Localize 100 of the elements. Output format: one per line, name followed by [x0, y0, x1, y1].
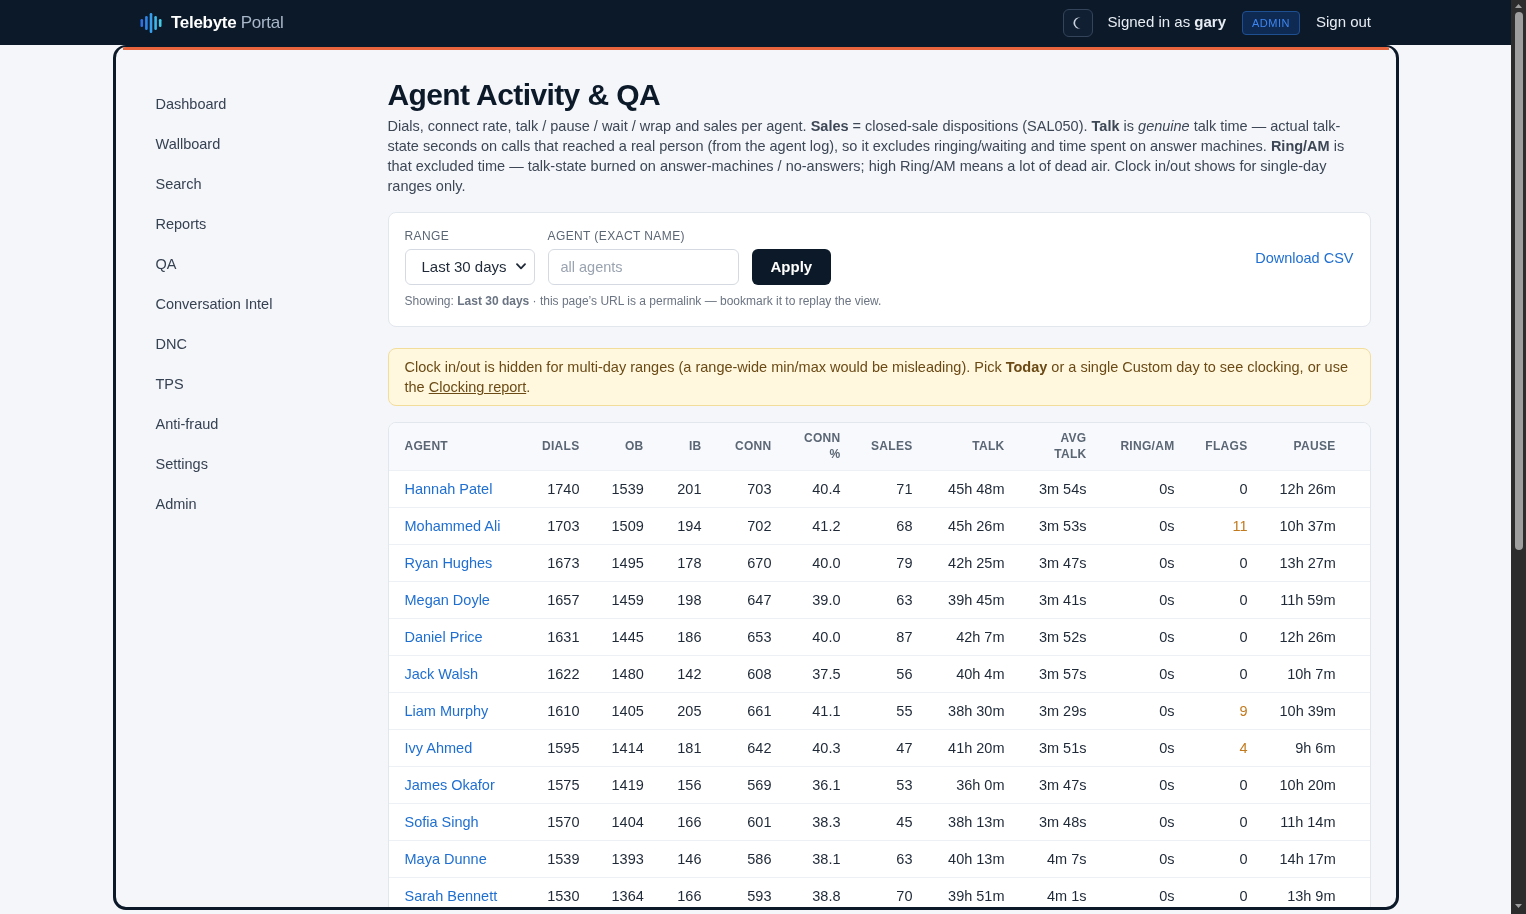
table-cell: 1703 — [523, 507, 596, 544]
table-cell: 1740 — [523, 470, 596, 507]
agent-name-link[interactable]: Ryan Hughes — [404, 554, 493, 571]
theme-toggle-button[interactable] — [1062, 8, 1093, 37]
sidebar-link[interactable]: Anti-fraud — [155, 404, 219, 444]
equalizer-bars-icon — [140, 12, 162, 33]
brand-logo-link[interactable]: Telebyte Portal — [140, 9, 284, 36]
table-cell: 0 — [1190, 470, 1264, 507]
table-cell: 39.0 — [787, 581, 857, 618]
table-cell: 12h 26m — [1263, 470, 1352, 507]
table-cell: 569 — [717, 766, 788, 803]
table-cell: 1414 — [595, 729, 660, 766]
download-csv-link[interactable]: Download CSV — [1255, 247, 1354, 270]
sign-out-link[interactable]: Sign out — [1315, 11, 1371, 34]
table-cell: 702 — [717, 507, 788, 544]
sidebar-link[interactable]: Dashboard — [155, 84, 227, 124]
table-cell: 45h 26m — [928, 507, 1021, 544]
table-cell: 11h 14m — [1263, 803, 1352, 840]
table-cell: 1480 — [595, 655, 660, 692]
sidebar-link[interactable]: Wallboard — [155, 124, 221, 164]
table-cell: 9h 6m — [1263, 729, 1352, 766]
table-cell: 11 — [1190, 507, 1264, 544]
agent-name-link[interactable]: Sarah Bennett — [404, 887, 498, 904]
table-cell: 53 — [856, 766, 929, 803]
agent-name-link[interactable]: Jack Walsh — [404, 665, 479, 682]
table-cell: 41h 20m — [928, 729, 1021, 766]
column-header: OB — [595, 423, 660, 470]
sidebar-link[interactable]: DNC — [155, 324, 187, 364]
agent-name-link[interactable]: James Okafor — [404, 776, 495, 793]
table-cell: 41.1 — [787, 692, 857, 729]
table-cell: 45h 48m — [928, 470, 1021, 507]
table-cell: 37.5 — [787, 655, 857, 692]
sidebar-link[interactable]: QA — [155, 244, 177, 284]
page-title: Agent Activity & QA — [387, 77, 662, 113]
table-cell: 1595 — [523, 729, 596, 766]
agent-name-link[interactable]: Sofia Singh — [404, 813, 479, 830]
table-cell: 601 — [717, 803, 788, 840]
table-cell: 0s — [1102, 692, 1191, 729]
table-cell: 55 — [856, 692, 929, 729]
table-cell: 178 — [659, 544, 718, 581]
table-cell: 68 — [856, 507, 929, 544]
scrollbar-thumb[interactable] — [1514, 12, 1523, 550]
sidebar-link[interactable]: Search — [155, 164, 202, 204]
column-header: CONN % — [787, 423, 857, 470]
table-cell: 703 — [717, 470, 788, 507]
table-cell: 1405 — [595, 692, 660, 729]
agent-name-link[interactable]: Daniel Price — [404, 628, 483, 645]
sidebar-link[interactable]: Admin — [155, 484, 197, 524]
sidebar-link[interactable]: TPS — [155, 364, 184, 404]
apply-button[interactable]: Apply — [751, 249, 832, 285]
agent-name-link[interactable]: Ivy Ahmed — [404, 739, 473, 756]
role-badge: ADMIN — [1242, 10, 1300, 35]
table-cell: 593 — [717, 877, 788, 907]
table-cell: 0 — [1190, 803, 1264, 840]
agent-input[interactable]: all agents — [547, 249, 739, 285]
table-cell: 4 — [1190, 729, 1264, 766]
table-cell: 3m 47s — [1020, 544, 1103, 581]
caret-down-icon[interactable] — [1515, 904, 1522, 908]
agent-name-link[interactable]: Maya Dunne — [404, 850, 487, 867]
table-cell: 12h 26m — [1263, 618, 1352, 655]
sidebar-link[interactable]: Conversation Intel — [155, 284, 273, 324]
table-cell: 1570 — [523, 803, 596, 840]
table-cell: 0 — [1190, 618, 1264, 655]
table-cell: 13h 9m — [1263, 877, 1352, 907]
agent-name-link[interactable]: Hannah Patel — [404, 480, 493, 497]
table-cell: 1657 — [523, 581, 596, 618]
range-select[interactable]: Last 30 days — [404, 249, 535, 285]
column-header: AGENT — [388, 423, 524, 470]
table-cell: 0s — [1102, 840, 1191, 877]
table-cell: 38.8 — [787, 877, 857, 907]
agent-name-link[interactable]: Megan Doyle — [404, 591, 490, 608]
table-cell: 10h 20m — [1263, 766, 1352, 803]
table-cell: 647 — [717, 581, 788, 618]
table-cell: 1622 — [523, 655, 596, 692]
table-cell: 0s — [1102, 766, 1191, 803]
table-cell: 3m 47s — [1020, 766, 1103, 803]
table-cell: 41.2 — [787, 507, 857, 544]
table-cell: 45 — [856, 803, 929, 840]
table-cell: 39h 51m — [928, 877, 1021, 907]
table-cell: 201 — [659, 470, 718, 507]
table-cell: 38.1 — [787, 840, 857, 877]
sidebar-link[interactable]: Reports — [155, 204, 207, 244]
table-cell: 0s — [1102, 581, 1191, 618]
table-cell: 205 — [659, 692, 718, 729]
table-cell: 1673 — [523, 544, 596, 581]
table-cell: 1404 — [595, 803, 660, 840]
column-header: AVG TALK — [1020, 423, 1103, 470]
sidebar-link[interactable]: Settings — [155, 444, 208, 484]
caret-up-icon[interactable] — [1515, 4, 1522, 8]
table-cell: 9 — [1190, 692, 1264, 729]
agent-name-link[interactable]: Liam Murphy — [404, 702, 489, 719]
table-cell: 1539 — [523, 840, 596, 877]
table-cell: 0 — [1190, 581, 1264, 618]
table-cell: 642 — [717, 729, 788, 766]
agent-name-link[interactable]: Mohammed Ali — [404, 517, 501, 534]
agent-label: AGENT (EXACT NAME) — [547, 228, 686, 244]
table-cell: 70 — [856, 877, 929, 907]
table-cell: 40.4 — [787, 470, 857, 507]
table-cell: 38h 13m — [928, 803, 1021, 840]
table-cell: 1495 — [595, 544, 660, 581]
